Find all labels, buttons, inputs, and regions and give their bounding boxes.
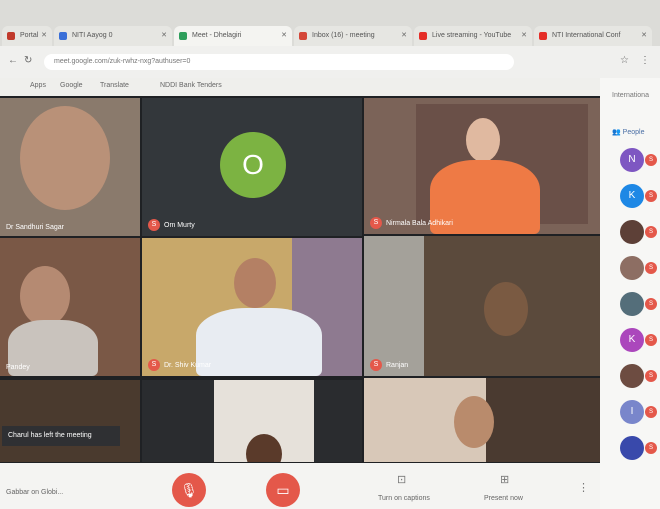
video-tile[interactable] <box>142 380 362 462</box>
participant-avatar[interactable]: K <box>620 184 644 208</box>
present-icon[interactable]: ⊞ <box>500 473 509 486</box>
captions-icon[interactable]: ⊡ <box>397 473 406 486</box>
present-now-button[interactable]: Present now <box>484 495 523 502</box>
mic-off-icon: S <box>370 359 382 371</box>
browser-tab[interactable]: Live streaming - YouTube ✕ <box>414 26 532 46</box>
video-tile[interactable] <box>364 378 600 462</box>
participant-avatar[interactable] <box>620 436 644 460</box>
close-icon[interactable]: ✕ <box>281 31 287 39</box>
tab-favicon-icon <box>539 32 547 40</box>
star-icon[interactable]: ☆ <box>620 55 629 66</box>
menu-icon[interactable]: ⋮ <box>640 55 650 66</box>
mic-off-icon: S <box>645 334 657 346</box>
meeting-controls: Gabbar on Globi... 🎙 ▭ ⊡ Turn on caption… <box>0 463 600 509</box>
participant-video <box>234 258 276 308</box>
participant-avatar[interactable] <box>620 220 644 244</box>
curtain-background <box>364 236 424 376</box>
tab-label: NTI International Conf <box>552 32 621 39</box>
close-icon[interactable]: ✕ <box>521 31 527 39</box>
participant-video <box>196 308 322 376</box>
video-tile[interactable]: S Nirmala Bala Adhikari <box>364 98 600 234</box>
tab-label: NITI Aayog 0 <box>72 32 113 39</box>
video-tile[interactable]: S Ranjan <box>364 236 600 376</box>
bookmark-item[interactable]: Apps <box>30 82 46 89</box>
participant-name: S Nirmala Bala Adhikari <box>370 217 453 229</box>
meeting-area: Dr Sandhuri Sagar O S Om Murty S Nirmala B… <box>0 96 600 509</box>
tab-label: Portal <box>20 32 39 39</box>
mic-off-icon: S <box>645 190 657 202</box>
browser-tab[interactable]: Portal ✕ <box>2 26 52 46</box>
mic-off-icon: S <box>645 154 657 166</box>
captions-button[interactable]: Turn on captions <box>378 495 430 502</box>
bookmarks-bar: Apps Google Translate NDDI Bank Tenders <box>0 78 660 96</box>
mic-off-icon: S <box>370 217 382 229</box>
tab-favicon-icon <box>299 32 307 40</box>
browser-tab[interactable]: Inbox (16) - meeting ✕ <box>294 26 412 46</box>
participant-video <box>20 266 70 326</box>
mic-off-icon: S <box>645 370 657 382</box>
participants-panel: Internationa 👥 People NSKSSSSKSSISS <box>600 78 660 509</box>
avatar: O <box>220 132 286 198</box>
participant-video <box>454 396 494 448</box>
mic-off-icon: S <box>148 359 160 371</box>
participant-avatar[interactable]: N <box>620 148 644 172</box>
tab-label: Meet - Dhelagiri <box>192 32 242 39</box>
participant-name: Dr Sandhuri Sagar <box>6 224 64 231</box>
mic-off-icon: S <box>645 298 657 310</box>
tab-favicon-icon <box>419 32 427 40</box>
participant-video <box>20 106 110 210</box>
video-tile[interactable]: S Dr. Shiv Kumar <box>142 238 362 376</box>
bookmark-item[interactable]: Translate <box>100 82 129 89</box>
browser-tab[interactable]: NTI International Conf ✕ <box>534 26 652 46</box>
mic-off-button[interactable]: 🎙 <box>172 473 206 507</box>
address-bar-row: ← ↻ meet.google.com/zuk-rwhz-nxg?authuse… <box>0 46 660 78</box>
participant-avatar[interactable]: I <box>620 400 644 424</box>
more-options-icon[interactable]: ⋮ <box>578 481 589 494</box>
panel-title: Internationa <box>612 92 649 99</box>
participant-avatar[interactable]: K <box>620 328 644 352</box>
wall-background <box>486 378 600 462</box>
back-icon[interactable]: ← <box>8 55 18 66</box>
meeting-details-label[interactable]: Gabbar on Globi... <box>6 489 63 496</box>
reload-icon[interactable]: ↻ <box>24 55 32 66</box>
participant-name: S Om Murty <box>148 219 195 231</box>
video-tile[interactable] <box>0 380 140 462</box>
mic-off-icon: S <box>645 406 657 418</box>
tab-label: Live streaming - YouTube <box>432 32 512 39</box>
participant-avatar[interactable] <box>620 292 644 316</box>
notification-toast: Charul has left the meeting <box>2 426 120 446</box>
bookmark-item[interactable]: Google <box>60 82 83 89</box>
mic-off-icon: S <box>148 219 160 231</box>
url-field[interactable]: meet.google.com/zuk-rwhz-nxg?authuser=0 <box>44 54 514 70</box>
participant-video <box>484 282 528 336</box>
browser-tab-active[interactable]: Meet - Dhelagiri ✕ <box>174 26 292 46</box>
participant-video <box>466 118 500 162</box>
participant-avatar[interactable] <box>620 364 644 388</box>
close-icon[interactable]: ✕ <box>401 31 407 39</box>
people-icon: 👥 <box>612 129 623 136</box>
browser-tab[interactable]: NITI Aayog 0 ✕ <box>54 26 172 46</box>
bookmark-item[interactable]: NDDI Bank Tenders <box>160 82 222 89</box>
browser-tab-strip: Portal ✕ NITI Aayog 0 ✕ Meet - Dhelagiri… <box>0 0 660 46</box>
tab-favicon-icon <box>179 32 187 40</box>
participant-name: S Ranjan <box>370 359 408 371</box>
tab-favicon-icon <box>59 32 67 40</box>
video-tile[interactable]: Dr Sandhuri Sagar <box>0 98 140 236</box>
video-tile[interactable]: O S Om Murty <box>142 98 362 236</box>
participant-name: Pandey <box>6 364 30 371</box>
close-icon[interactable]: ✕ <box>41 31 47 39</box>
participant-name: S Dr. Shiv Kumar <box>148 359 211 371</box>
participant-avatar[interactable] <box>620 256 644 280</box>
tab-label: Inbox (16) - meeting <box>312 32 375 39</box>
people-tab[interactable]: 👥 People <box>612 128 644 136</box>
mic-off-icon: S <box>645 442 657 454</box>
close-icon[interactable]: ✕ <box>641 31 647 39</box>
tab-favicon-icon <box>7 32 15 40</box>
mic-off-icon: S <box>645 262 657 274</box>
camera-off-button[interactable]: ▭ <box>266 473 300 507</box>
video-tile[interactable]: Pandey <box>0 238 140 376</box>
mic-off-icon: S <box>645 226 657 238</box>
close-icon[interactable]: ✕ <box>161 31 167 39</box>
